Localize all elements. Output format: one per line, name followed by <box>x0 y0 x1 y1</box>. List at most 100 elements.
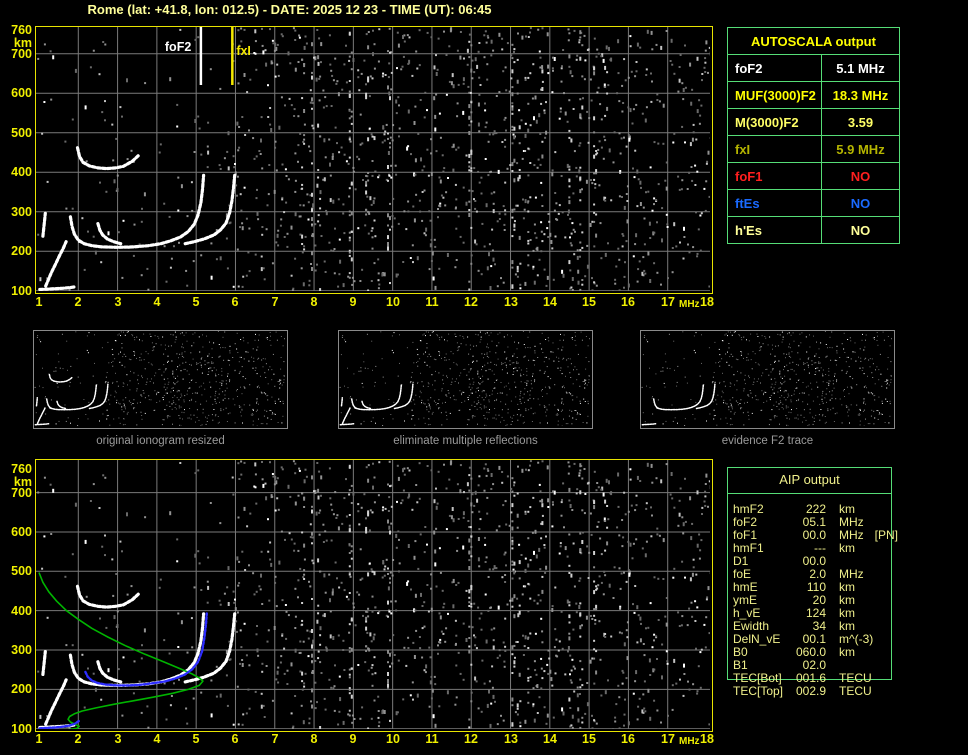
x-tick-label: 5 <box>192 732 200 746</box>
autoscala-screen: Rome (lat: +41.8, lon: 012.5) - DATE: 20… <box>0 0 968 755</box>
aip-param-extra: [PN] <box>874 528 899 542</box>
x-tick-label: 2 <box>74 732 82 746</box>
thumbnail-evidence-f2-trace <box>640 330 895 429</box>
thumbnail-trace-lower_diag <box>341 407 351 425</box>
thumbnail-trace-f_main <box>45 383 98 411</box>
thumbnail-caption: evidence F2 trace <box>721 435 814 447</box>
fof2-marker-label: foF2 <box>165 40 191 54</box>
autoscala-param-label: fxI <box>727 135 822 163</box>
autoscala-param-label: h'Es <box>727 216 822 244</box>
x-tick-label: 2 <box>74 295 82 309</box>
x-tick-label: 9 <box>349 732 357 746</box>
aip-param-unit: km <box>839 645 855 659</box>
x-tick-label: 9 <box>349 295 357 309</box>
thumbnail-trace-x_rise <box>393 383 414 410</box>
thumbnail-trace-second_hop <box>48 373 74 383</box>
autoscala-param-value: 3.59 <box>821 108 900 136</box>
autoscala-table-header: AUTOSCALA output <box>727 27 900 55</box>
thumbnail-ionogram-image <box>339 331 591 427</box>
x-tick-label: 10 <box>386 732 400 746</box>
y-tick-label: 200 <box>11 244 32 258</box>
fxi-marker-label: fxI <box>236 44 251 58</box>
x-tick-label: 17 <box>661 295 675 309</box>
autoscala-row-foF1: foF1 NO <box>727 162 900 190</box>
autoscala-row-ftEs: ftEs NO <box>727 189 900 217</box>
x-tick-label: 14 <box>543 732 557 746</box>
x-tick-label: 6 <box>231 295 239 309</box>
autoscala-param-label: foF1 <box>727 162 822 190</box>
thumbnail-ionogram-image <box>641 331 893 427</box>
y-tick-label: 400 <box>11 604 32 618</box>
ionogram-trace-lower_diag <box>44 240 68 288</box>
aip-param-unit: km <box>839 541 855 555</box>
x-tick-label: 1 <box>35 732 43 746</box>
y-tick-label: 300 <box>11 643 32 657</box>
x-tick-label: 10 <box>386 295 400 309</box>
aip-header-divider <box>727 493 892 494</box>
thumbnail-trace-left_seg <box>35 396 39 407</box>
aip-output-rows: hmF2 222 km foF2 05.1 MHz foF1 00.0 MHz [PN] hmF1-… <box>733 502 898 698</box>
aip-param-label: TEC[Top] <box>733 684 784 698</box>
x-tick-label: 7 <box>271 732 279 746</box>
autoscala-param-value: 5.9 MHz <box>821 135 900 163</box>
ionogram-trace-left_seg <box>41 211 47 238</box>
thumbnail-trace-f_main <box>652 383 705 411</box>
ionogram-trace-lower_diag <box>44 678 68 726</box>
autoscala-row-fxI: fxI 5.9 MHz <box>727 135 900 163</box>
thumbnail-trace-f_main <box>350 383 403 411</box>
y-tick-label: 700 <box>11 47 32 61</box>
thumbnail-trace-x_cusp <box>361 400 372 410</box>
thumbnail-trace-x_cusp <box>56 400 67 410</box>
thumbnail-trace-x_rise <box>695 383 716 410</box>
autoscala-param-label: M(3000)F2 <box>727 108 822 136</box>
electron-density-profile <box>38 572 204 729</box>
y-tick-label: 300 <box>11 205 32 219</box>
x-tick-label: 8 <box>310 295 318 309</box>
aip-row-TEC[Top]: TEC[Top] 002.9 TECU <box>733 684 889 698</box>
x-tick-label: 17 <box>661 732 675 746</box>
y-tick-label: 200 <box>11 682 32 696</box>
autoscala-row-h'Es: h'Es NO <box>727 216 900 244</box>
ionogram-trace-second_hop <box>75 146 141 171</box>
x-tick-label: 8 <box>310 732 318 746</box>
thumbnail-trace-e_seg <box>641 422 657 426</box>
page-title: Rome (lat: +41.8, lon: 012.5) - DATE: 20… <box>87 2 492 17</box>
ionogram-trace-x_rise <box>183 173 237 246</box>
y-tick-label: 400 <box>11 165 32 179</box>
x-tick-label: 1 <box>35 295 43 309</box>
x-tick-label: 15 <box>582 295 596 309</box>
x-tick-label: 14 <box>543 295 557 309</box>
x-tick-label: 7 <box>271 295 279 309</box>
autoscala-param-label: foF2 <box>727 54 822 82</box>
x-tick-label: 4 <box>153 295 161 309</box>
x-tick-label: 11 <box>425 732 439 746</box>
x-tick-label: 13 <box>504 732 518 746</box>
x-tick-label: 12 <box>464 295 478 309</box>
x-tick-label: 4 <box>153 732 161 746</box>
x-tick-label: 15 <box>582 732 596 746</box>
x-tick-label: 16 <box>621 295 635 309</box>
x-axis-unit-label: MHz <box>679 299 700 310</box>
y-tick-label: 700 <box>11 486 32 500</box>
y-tick-label: 500 <box>11 126 32 140</box>
x-tick-label: 3 <box>114 295 122 309</box>
thumbnail-original-ionogram <box>33 330 288 429</box>
ionogram-bottom-plot <box>36 460 710 729</box>
x-tick-label: 6 <box>231 732 239 746</box>
autoscala-param-value: 18.3 MHz <box>821 81 900 109</box>
x-axis-unit-label: MHz <box>679 736 700 747</box>
x-tick-label: 5 <box>192 295 200 309</box>
y-tick-label: 760 <box>11 23 32 37</box>
y-tick-label: 500 <box>11 564 32 578</box>
autoscala-row-M(3000)F2: M(3000)F2 3.59 <box>727 108 900 136</box>
thumbnail-eliminate-reflections <box>338 330 593 429</box>
x-tick-label: 12 <box>464 732 478 746</box>
x-tick-label: 13 <box>504 295 518 309</box>
aip-table-header: AIP output <box>779 472 840 487</box>
y-tick-label: 760 <box>11 462 32 476</box>
y-tick-label: 600 <box>11 525 32 539</box>
ionogram-trace-left_seg <box>41 650 47 676</box>
aip-param-unit: TECU <box>839 684 872 698</box>
autoscala-param-label: ftEs <box>727 189 822 217</box>
autoscala-output-table: AUTOSCALA output foF2 5.1 MHz MUF(3000)F2 1… <box>727 27 900 244</box>
